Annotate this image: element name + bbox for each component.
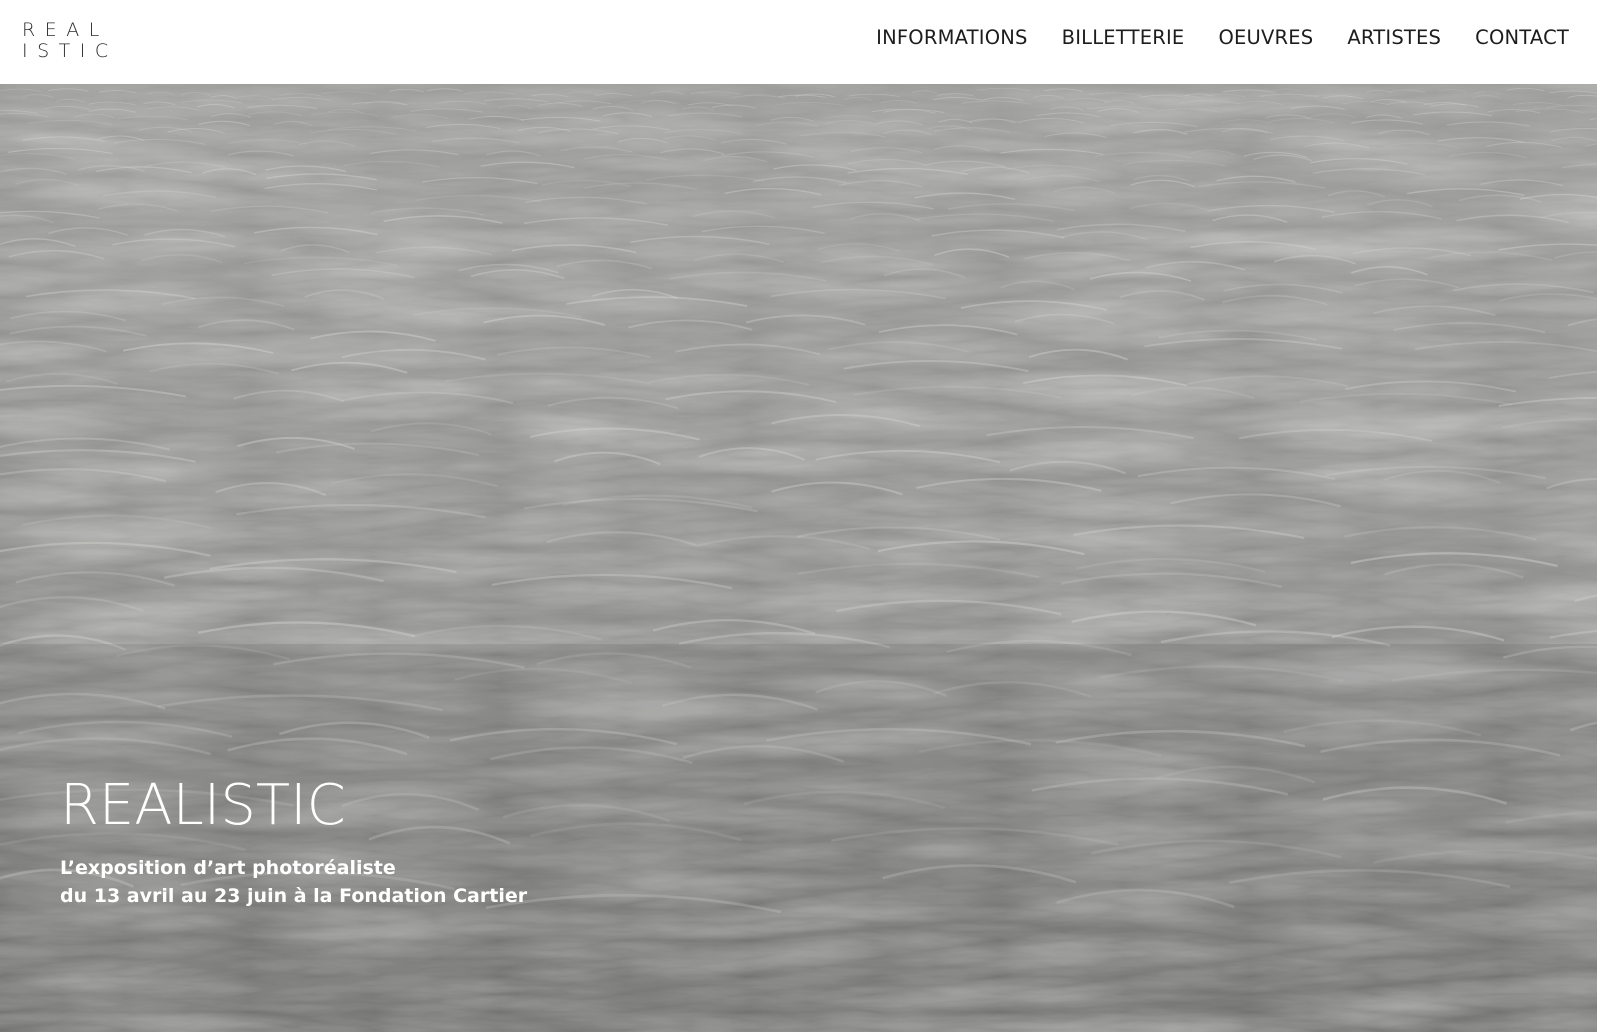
hero-section: REALISTIC L’exposition d’art photoréalis… <box>0 84 1597 1032</box>
hero-text-block: REALISTIC L’exposition d’art photoréalis… <box>60 774 527 910</box>
hero-subtitle: L’exposition d’art photoréaliste du 13 a… <box>60 854 527 910</box>
nav-contact[interactable]: CONTACT <box>1475 24 1569 52</box>
site-header: REAL ISTIC INFORMATIONS BILLETTERIE OEUV… <box>0 0 1597 84</box>
logo-line-1: REAL <box>22 19 109 41</box>
page: REAL ISTIC INFORMATIONS BILLETTERIE OEUV… <box>0 0 1597 1032</box>
site-logo[interactable]: REAL ISTIC <box>22 20 118 62</box>
hero-subtitle-line-1: L’exposition d’art photoréaliste <box>60 857 396 879</box>
hero-subtitle-line-2: du 13 avril au 23 juin à la Fondation Ca… <box>60 885 528 907</box>
nav-oeuvres[interactable]: OEUVRES <box>1218 24 1313 52</box>
nav-billetterie[interactable]: BILLETTERIE <box>1062 24 1185 52</box>
nav-informations[interactable]: INFORMATIONS <box>876 24 1027 52</box>
main-nav: INFORMATIONS BILLETTERIE OEUVRES ARTISTE… <box>842 24 1569 52</box>
hero-title: REALISTIC <box>60 773 346 838</box>
nav-artistes[interactable]: ARTISTES <box>1347 24 1441 52</box>
logo-line-2: ISTIC <box>22 40 118 62</box>
